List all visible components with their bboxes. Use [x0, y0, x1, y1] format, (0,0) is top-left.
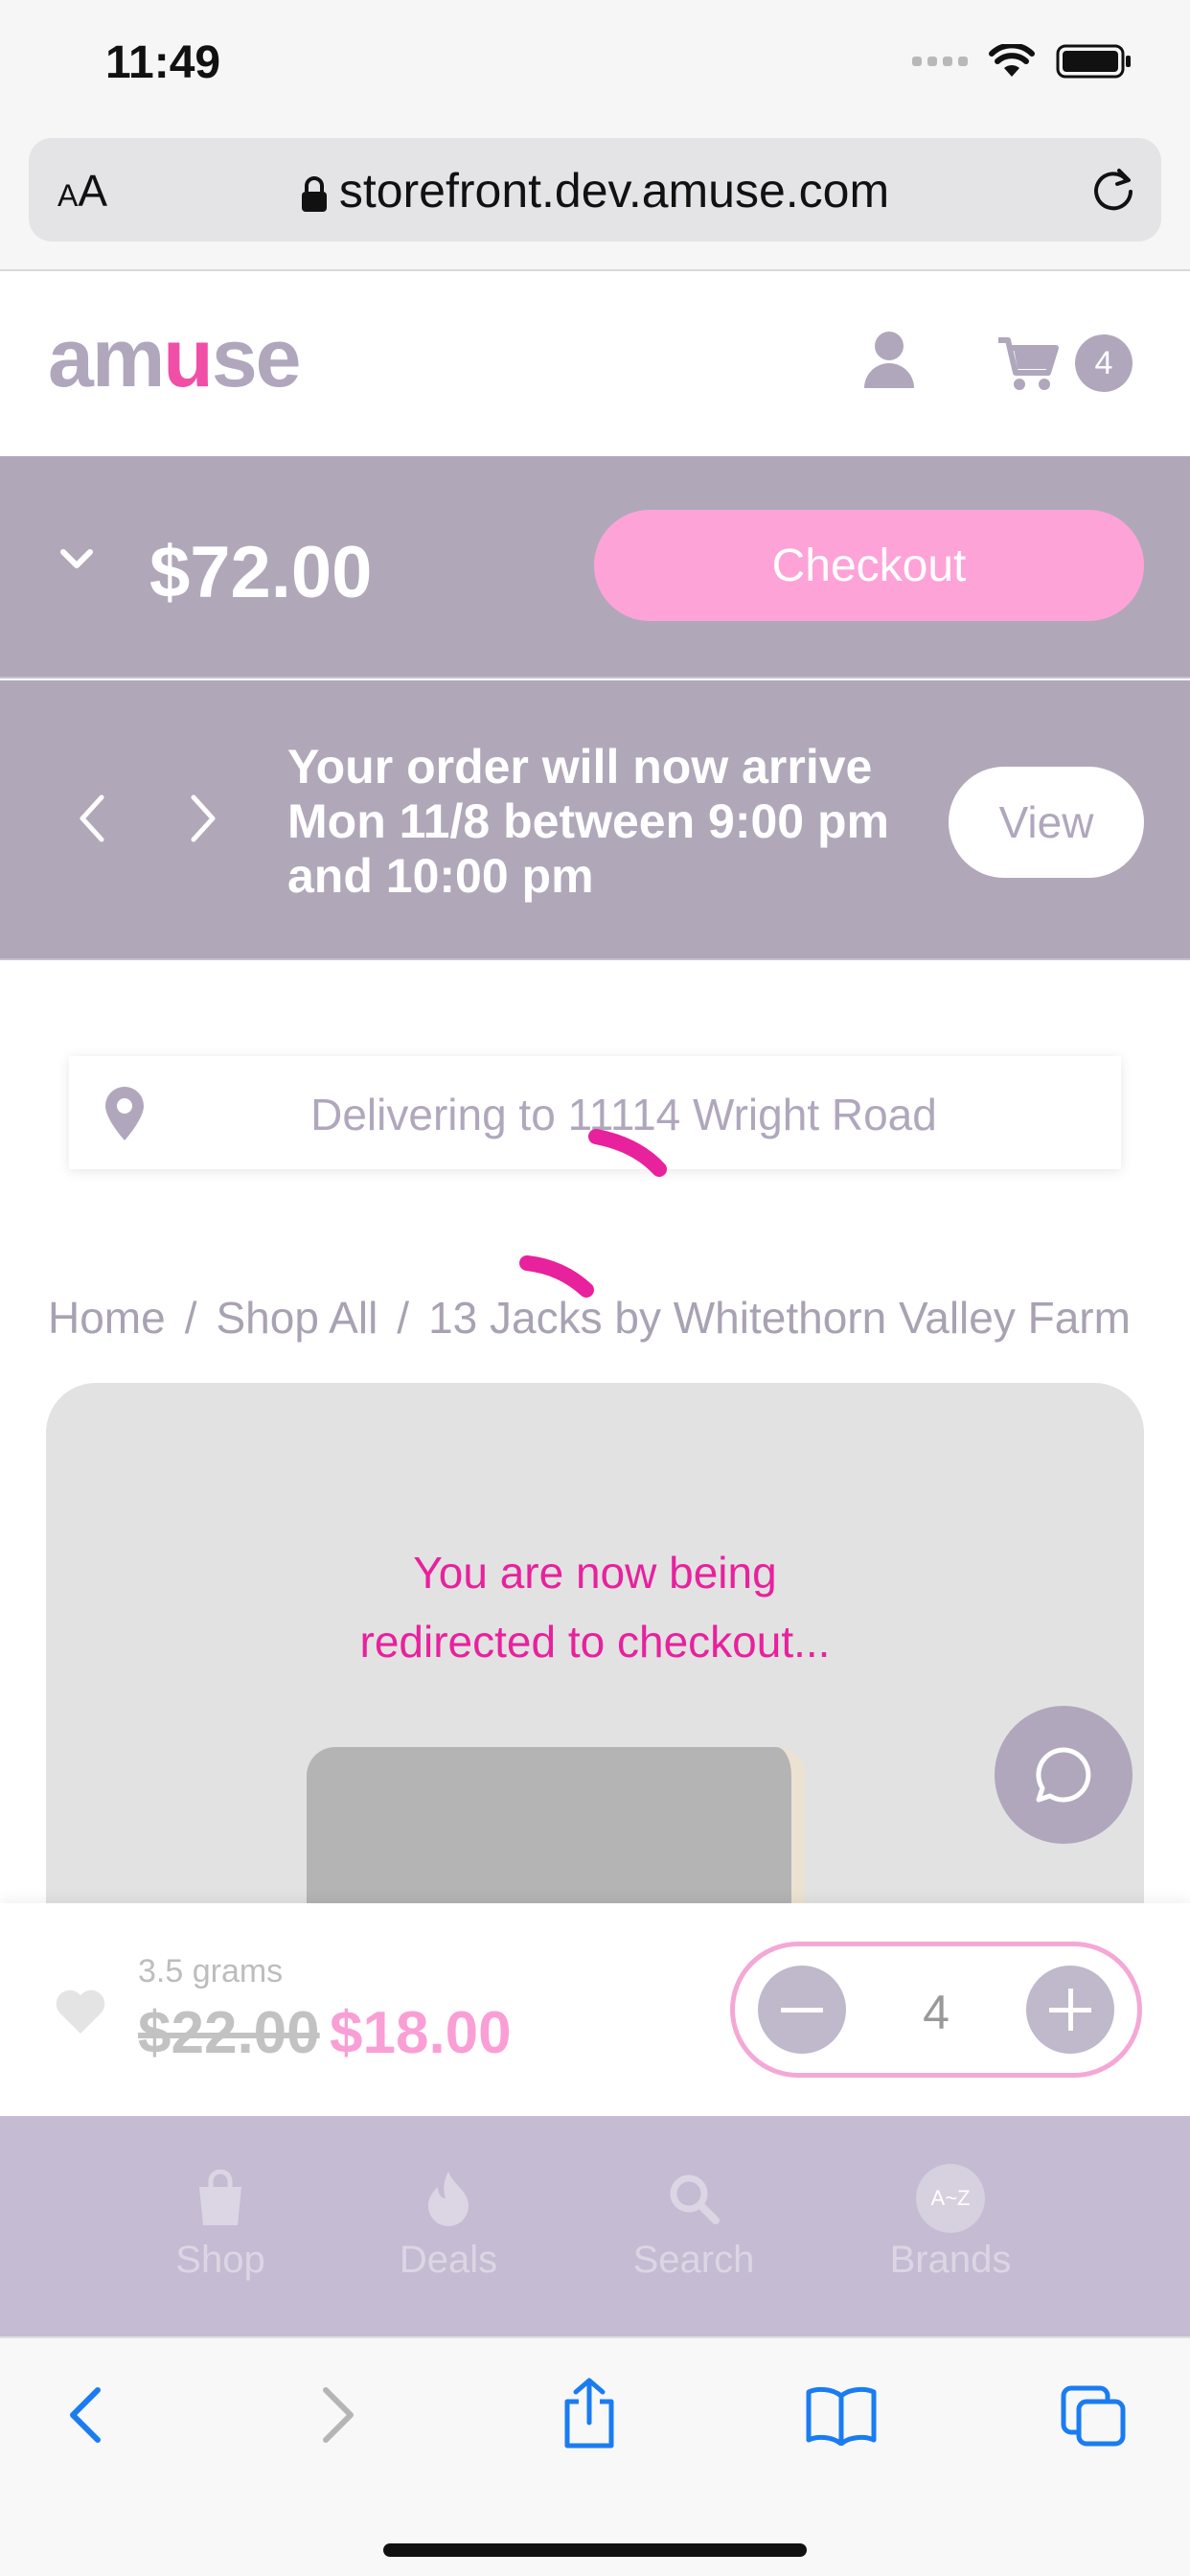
home-indicator	[383, 2543, 807, 2557]
battery-icon	[1056, 44, 1131, 79]
cart-summary-bar: $72.00 Checkout	[0, 456, 1190, 678]
delivery-message-bar: Your order will now arrive Mon 11/8 betw…	[0, 680, 1190, 960]
search-icon	[670, 2174, 720, 2224]
browser-toolbar	[0, 2336, 1190, 2576]
product-image	[307, 1747, 805, 1920]
product-weight: 3.5 grams	[138, 1953, 284, 1990]
nav-shop[interactable]: Shop	[134, 2164, 307, 2282]
forward-icon[interactable]	[318, 2384, 360, 2446]
breadcrumb: Home / Shop All/13 Jacks by Whitethorn Val…	[48, 1293, 1131, 1343]
shopping-bag-icon	[199, 2170, 241, 2225]
product-image-area: You are now being redirected to checkout…	[46, 1383, 1144, 1920]
nav-brands[interactable]: A~Z Brands	[864, 2164, 1037, 2282]
wifi-icon	[989, 44, 1035, 77]
cart-icon[interactable]	[996, 334, 1060, 394]
chevron-left-icon[interactable]	[77, 794, 107, 843]
chat-button[interactable]	[995, 1706, 1133, 1844]
redirect-message: You are now being redirected to checkout…	[359, 1548, 831, 1667]
loading-spinner-icon	[588, 1129, 667, 1177]
increase-quantity-button[interactable]	[1026, 1966, 1114, 2054]
brands-az-icon: A~Z	[916, 2164, 985, 2233]
nav-search[interactable]: Search	[607, 2164, 780, 2282]
status-time: 11:49	[105, 37, 221, 88]
back-icon[interactable]	[63, 2384, 105, 2446]
checkout-button[interactable]: Checkout	[594, 510, 1144, 621]
cart-count-badge[interactable]: 4	[1075, 334, 1133, 392]
cart-total: $72.00	[149, 532, 373, 613]
share-icon[interactable]	[560, 2377, 619, 2450]
status-bar: 11:49	[0, 0, 1190, 134]
address-bar[interactable]: AA storefront.dev.amuse.com	[29, 138, 1161, 242]
bookmarks-icon[interactable]	[805, 2384, 878, 2446]
reload-icon[interactable]	[1088, 165, 1138, 215]
flame-icon	[428, 2172, 469, 2226]
bottom-nav: Shop Deals Search A~Z Brands	[0, 2116, 1190, 2336]
delivery-message: Your order will now arrive Mon 11/8 betw…	[287, 740, 889, 903]
view-button[interactable]: View	[949, 767, 1144, 878]
sale-price: $18.00	[330, 2000, 512, 2066]
chevron-right-icon[interactable]	[188, 794, 218, 843]
original-price: $22.00	[138, 2000, 320, 2066]
status-icons	[912, 44, 1133, 79]
breadcrumb-current: 13 Jacks by Whitethorn Valley Farm	[428, 1293, 1131, 1343]
breadcrumb-home[interactable]: Home	[48, 1293, 166, 1343]
browser-address-area: AA storefront.dev.amuse.com	[0, 134, 1190, 271]
chevron-down-icon[interactable]	[59, 548, 94, 571]
url-text: storefront.dev.amuse.com	[338, 164, 890, 218]
amuse-logo[interactable]: amuse	[48, 311, 302, 406]
site-header: amuse 4	[0, 271, 1190, 456]
tabs-icon[interactable]	[1060, 2384, 1127, 2448]
nav-deals[interactable]: Deals	[362, 2164, 535, 2282]
account-icon[interactable]	[862, 329, 916, 390]
purchase-bar: 3.5 grams $22.00 $18.00 4	[0, 1903, 1190, 2116]
url-display[interactable]: storefront.dev.amuse.com	[29, 163, 1161, 218]
quantity-stepper: 4	[730, 1942, 1142, 2078]
lock-icon	[301, 175, 327, 212]
heart-icon[interactable]	[54, 1988, 107, 2036]
chat-bubble-icon	[1036, 1747, 1091, 1803]
cellular-signal-icon	[912, 57, 968, 66]
breadcrumb-shop-all[interactable]: Shop All	[217, 1293, 378, 1343]
